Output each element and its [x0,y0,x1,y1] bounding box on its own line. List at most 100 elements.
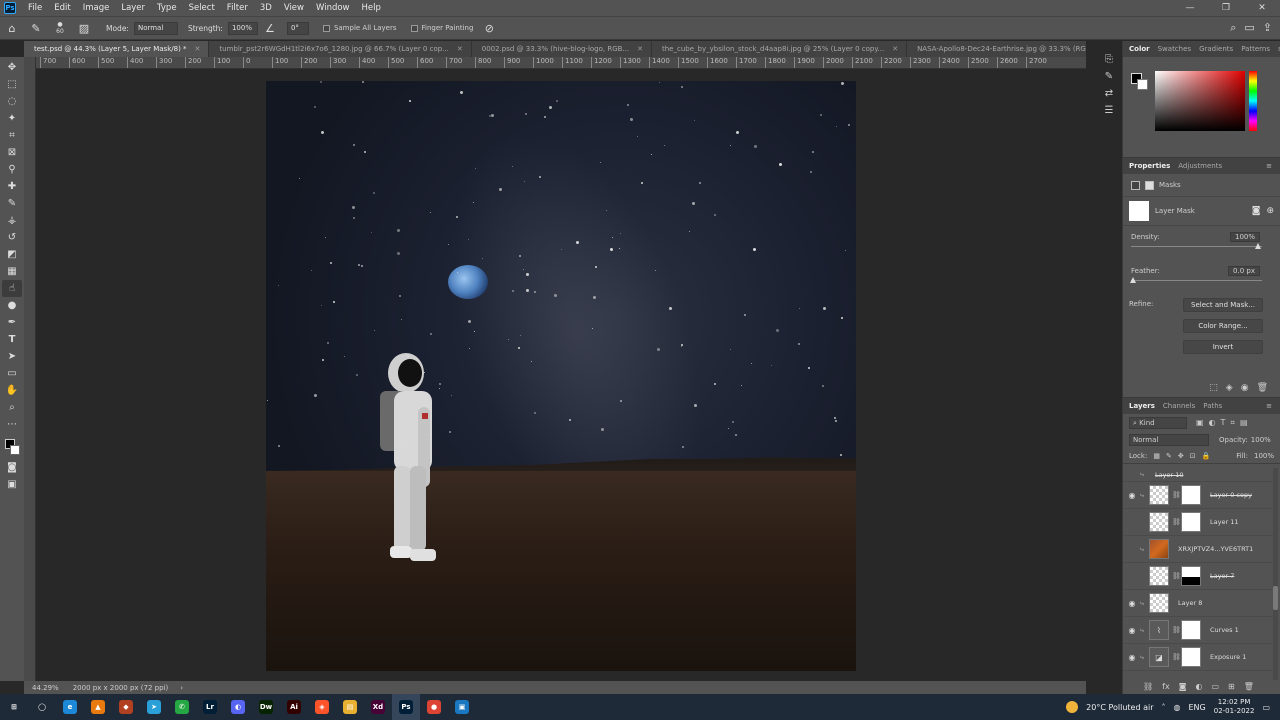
link-layers-icon[interactable]: ⛓ [1143,682,1153,691]
smudge-tool-preset-icon[interactable]: ✎ [28,20,44,36]
visibility-eye-icon[interactable]: ◉ [1127,653,1137,662]
horizontal-ruler[interactable]: 700 600 500 400 300 200 100 0 100 200 300 400 500 600… [36,57,1086,69]
tab-patterns[interactable]: Patterns [1237,41,1274,57]
layers-scrollbar[interactable] [1273,468,1278,680]
background-color-swatch[interactable] [10,445,20,455]
zoom-tool-icon[interactable]: ⌕ [2,399,22,416]
panel-menu-icon[interactable]: ≡ [1262,158,1276,174]
lock-position-icon[interactable]: ✥ [1178,452,1184,460]
close-icon[interactable]: ✕ [1244,0,1280,16]
taskbar-telegram[interactable]: ➤ [140,694,168,720]
new-layer-icon[interactable]: ⊞ [1228,682,1235,691]
layer-kind-select[interactable]: ⌕ Kind [1129,417,1187,429]
menu-image[interactable]: Image [77,0,116,16]
pressure-icon[interactable]: ⊘ [481,20,497,36]
layer-style-icon[interactable]: fx [1162,682,1170,691]
move-tool-icon[interactable]: ✥ [2,59,22,76]
menu-file[interactable]: File [22,0,48,16]
filter-adjustment-icon[interactable]: ◐ [1209,418,1216,428]
tab-nasa-earthrise-jpg[interactable]: NASA-Apollo8-Dec24-Earthrise.jpg @ 33.3%… [907,41,1086,57]
gradient-tool-icon[interactable]: ▦ [2,263,22,280]
layer-row[interactable]: ⛓ Layer 11 [1123,509,1273,536]
minimize-icon[interactable]: — [1172,0,1208,16]
screen-mode-icon[interactable]: ▣ [2,476,22,493]
background-swatch[interactable] [1137,79,1148,90]
hue-slider[interactable] [1249,71,1257,131]
blend-mode-select[interactable]: Normal [1129,434,1209,446]
mode-select[interactable]: Normal [133,21,178,35]
taskbar-brave[interactable]: ◈ [308,694,336,720]
tab-0002-psd[interactable]: 0002.psd @ 33.3% (hive-blog-logo, RGB...… [471,41,652,57]
link-icon[interactable]: ⛓ [1172,572,1181,580]
network-icon[interactable]: ◍ [1174,703,1181,712]
history-brush-icon[interactable]: ↺ [2,229,22,246]
tab-adjustments[interactable]: Adjustments [1174,158,1226,174]
quick-select-tool-icon[interactable]: ✦ [2,110,22,127]
add-mask-icon[interactable]: ◙ [1179,682,1187,691]
layer-row[interactable]: ⤷ Layer 10 [1123,468,1273,482]
frame-tool-icon[interactable]: ⊠ [2,144,22,161]
delete-mask-icon[interactable]: 🗑 [1257,383,1268,393]
tab-tumblr-jpg[interactable]: tumblr_pst2r6WGdH1tl2i6x7o6_1280.jpg @ 6… [209,41,472,57]
tab-paths[interactable]: Paths [1199,398,1226,414]
density-field[interactable]: 100% [1229,232,1260,242]
sample-all-layers-checkbox[interactable] [322,24,330,32]
share-icon[interactable]: ⇪ [1263,21,1272,35]
filter-smart-icon[interactable]: ▤ [1240,418,1248,428]
density-slider-track[interactable] [1131,246,1262,247]
adjustment-layer-icon[interactable]: ◐ [1195,682,1202,691]
feather-field[interactable]: 0.0 px [1228,266,1260,276]
layer-row[interactable]: ⛓ Layer 7 [1123,563,1273,590]
scrollbar-thumb[interactable] [1273,586,1278,610]
vertical-ruler[interactable] [24,57,36,681]
crop-tool-icon[interactable]: ⌗ [2,127,22,144]
layer-row[interactable]: ◉ ⤷ ⌇ ⛓ Curves 1 [1123,617,1273,644]
taskbar-chrome[interactable]: ● [420,694,448,720]
link-icon[interactable]: ⛓ [1172,518,1181,526]
zoom-level[interactable]: 44.29% [32,684,59,692]
more-tools-icon[interactable]: ⋯ [2,416,22,433]
close-icon[interactable]: ✕ [457,45,463,53]
canvas-area[interactable] [36,69,1086,681]
layer-mask-thumbnail[interactable] [1181,647,1201,667]
clone-stamp-icon[interactable]: ⚶ [2,212,22,229]
tab-swatches[interactable]: Swatches [1154,41,1195,57]
select-and-mask-button[interactable]: Select and Mask... [1183,298,1263,312]
tab-gradients[interactable]: Gradients [1195,41,1237,57]
add-vector-mask-icon[interactable]: ⊕ [1266,206,1274,216]
actions-panel-icon[interactable]: ⇄ [1105,88,1113,99]
taskbar-search[interactable]: ◯ [28,694,56,720]
search-icon[interactable]: ⌕ [1230,21,1236,35]
layer-row[interactable]: ◉ ⤷ Layer 8 [1123,590,1273,617]
layer-mask-thumbnail[interactable] [1181,512,1201,532]
tab-properties[interactable]: Properties [1125,158,1174,174]
menu-view[interactable]: View [278,0,310,16]
density-slider-knob[interactable] [1255,243,1261,249]
strength-field[interactable]: 100% [227,21,258,35]
taskbar-discord[interactable]: ◐ [224,694,252,720]
home-icon[interactable]: ⌂ [4,20,20,36]
taskbar-file-explorer[interactable]: ▤ [336,694,364,720]
taskbar-vlc[interactable]: ▲ [84,694,112,720]
delete-layer-icon[interactable]: 🗑 [1244,682,1254,691]
vector-mask-icon[interactable] [1145,180,1154,190]
filter-pixel-icon[interactable]: ▣ [1196,418,1204,428]
color-range-button[interactable]: Color Range... [1183,319,1263,333]
weather-text[interactable]: 20°C Polluted air [1086,703,1153,712]
visibility-eye-icon[interactable]: ◉ [1127,491,1137,500]
menu-filter[interactable]: Filter [221,0,254,16]
lock-artboard-icon[interactable]: ⊡ [1190,452,1196,460]
close-icon[interactable]: ✕ [637,45,643,53]
menu-type[interactable]: Type [151,0,183,16]
panel-menu-icon[interactable]: ≡ [1274,41,1280,57]
visibility-eye-icon[interactable]: ◉ [1127,626,1137,635]
menu-edit[interactable]: Edit [48,0,76,16]
visibility-eye-icon[interactable]: ◉ [1241,383,1249,393]
color-panel-swatches[interactable] [1131,73,1151,95]
eyedropper-tool-icon[interactable]: ⚲ [2,161,22,178]
angle-field[interactable]: 0° [286,21,309,35]
filter-type-icon[interactable]: T [1221,418,1226,428]
adjust-panel-icon[interactable]: ☰ [1105,105,1114,116]
layer-mask-thumbnail[interactable] [1181,620,1201,640]
marquee-tool-icon[interactable]: ⬚ [2,76,22,93]
